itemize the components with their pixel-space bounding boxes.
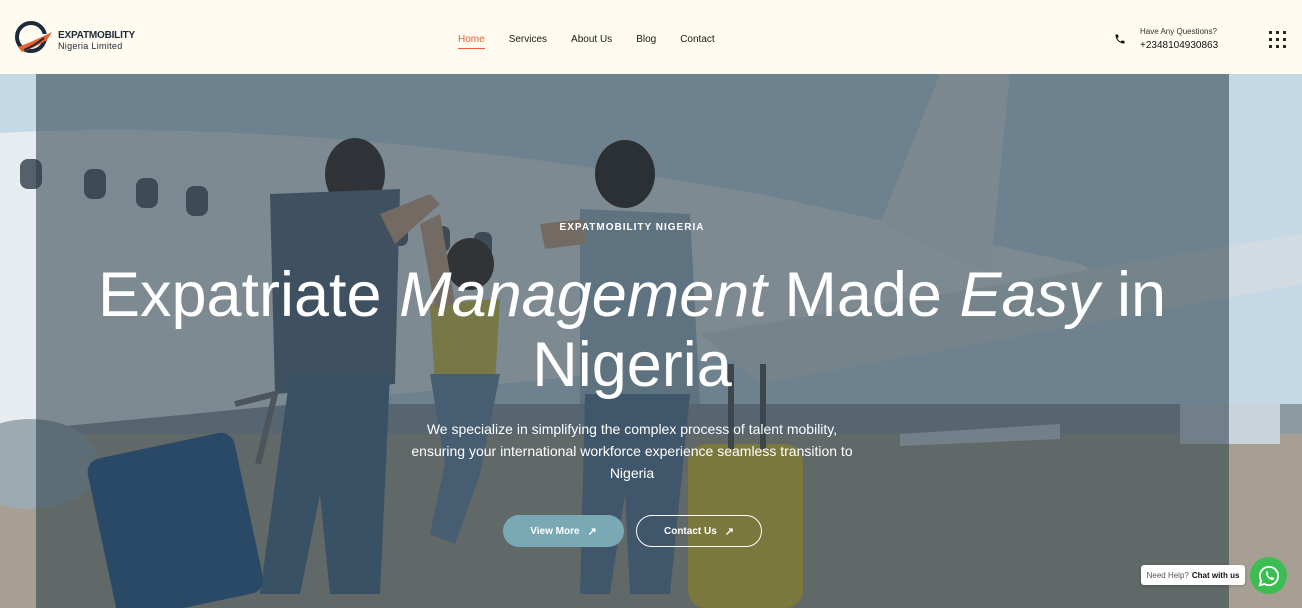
questions-label: Have Any Questions? [1140,27,1217,36]
whatsapp-icon[interactable] [1250,557,1287,594]
contact-us-button[interactable]: Contact Us ↗ [636,515,762,547]
hero-section: EXPATMOBILITY NIGERIA Expatriate Managem… [0,74,1302,608]
nav-blog[interactable]: Blog [636,34,656,49]
hero-subtext: We specialize in simplifying the complex… [411,421,853,481]
whatsapp-glyph-icon [1258,565,1279,586]
chat-help-label[interactable]: Need Help? Chat with us [1141,565,1245,585]
site-header: EXPATMOBILITY Nigeria Limited Home Servi… [0,0,1302,74]
view-more-label: View More [530,525,580,537]
nav-services[interactable]: Services [509,34,547,49]
main-nav: Home Services About Us Blog Contact [458,34,739,49]
nav-home[interactable]: Home [458,34,485,49]
logo-name: EXPATMOBILITY [58,30,136,41]
hero-eyebrow: EXPATMOBILITY NIGERIA [559,222,705,233]
arrow-up-right-icon: ↗ [724,525,734,538]
nav-contact[interactable]: Contact [680,34,714,49]
logo-subtitle: Nigeria Limited [58,41,123,51]
hero-headline: Expatriate Management Made Easy in Niger… [60,260,1204,400]
nav-about-us[interactable]: About Us [571,34,612,49]
logo[interactable]: EXPATMOBILITY Nigeria Limited [14,20,144,56]
chat-prefix: Need Help? [1146,570,1189,580]
headline-part-1: Expatriate [97,260,400,330]
phone-number[interactable]: +2348104930863 [1140,40,1218,51]
chat-label: Chat with us [1191,570,1240,580]
arrow-up-right-icon: ↗ [587,525,597,538]
headline-italic-management: Management [399,260,767,330]
view-more-button[interactable]: View More ↗ [503,515,624,547]
headline-italic-easy: Easy [959,260,1100,330]
grid-menu-icon[interactable] [1269,31,1287,49]
logo-mark-icon [15,21,52,53]
headline-part-2: Made [766,260,960,330]
contact-us-label: Contact Us [663,525,717,537]
phone-icon [1115,34,1125,44]
